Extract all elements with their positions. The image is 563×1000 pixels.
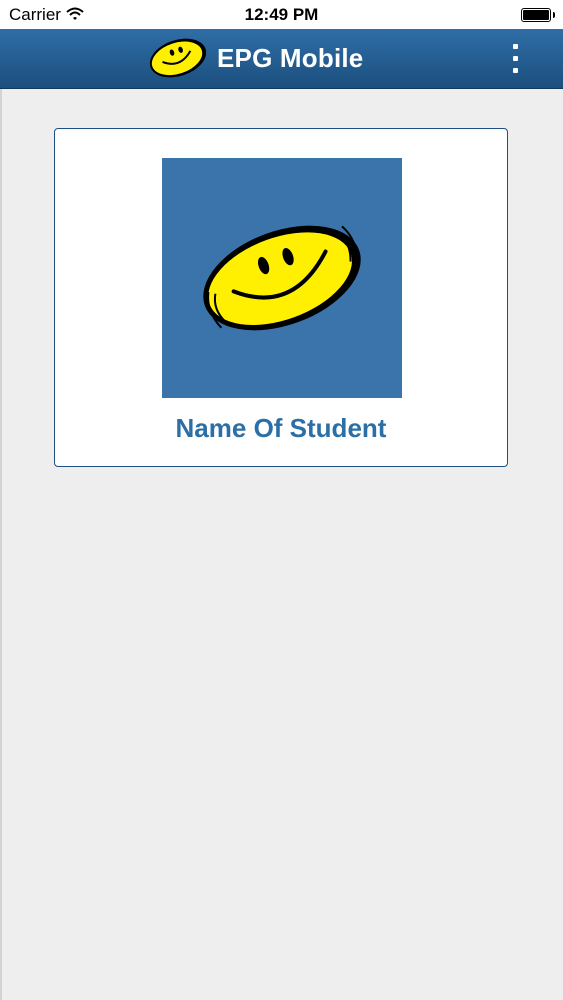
more-vertical-icon: [513, 44, 518, 49]
battery-icon: [521, 8, 555, 22]
divider: [0, 89, 2, 1000]
app-title: EPG Mobile: [217, 43, 364, 73]
student-card[interactable]: Name Of Student: [54, 128, 508, 467]
student-name: Name Of Student: [175, 413, 387, 443]
clock: 12:49 PM: [244, 5, 319, 24]
smiley-face-icon: [147, 35, 209, 81]
app-bar: EPG Mobile: [0, 29, 563, 89]
student-photo: [162, 158, 402, 398]
smiley-face-icon: [203, 225, 361, 331]
more-menu-button[interactable]: [500, 41, 532, 77]
status-bar: Carrier 12:49 PM: [0, 0, 563, 29]
